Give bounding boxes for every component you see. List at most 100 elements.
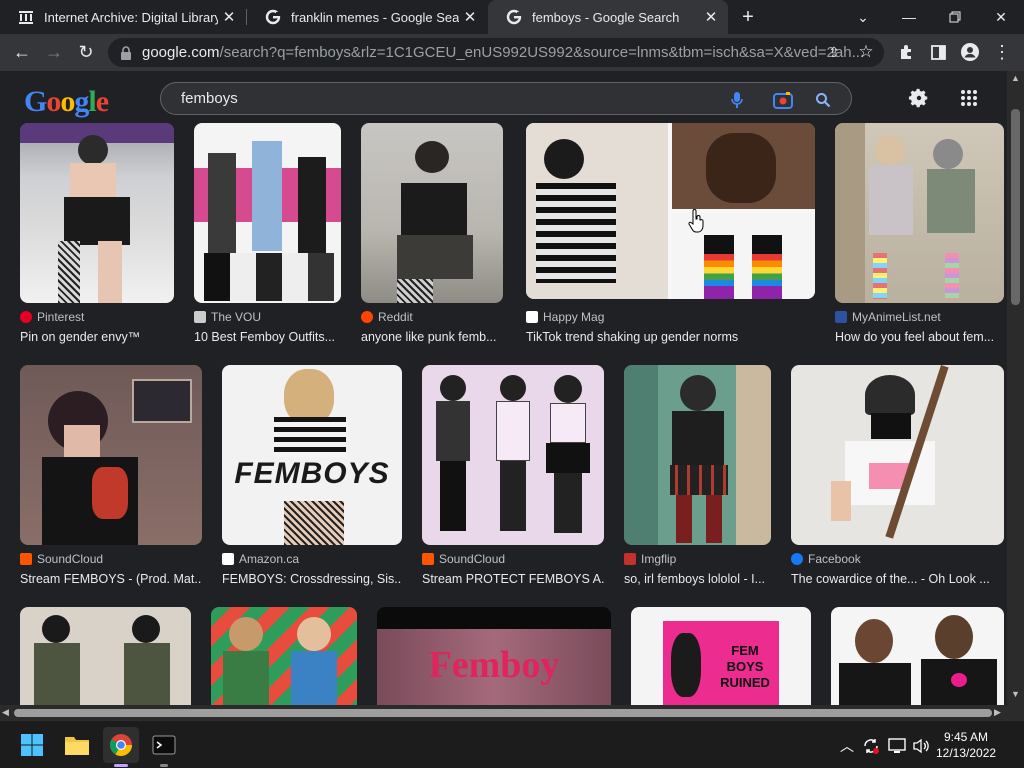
close-tab-icon[interactable]: ✕ — [218, 6, 240, 28]
image-result[interactable] — [20, 607, 191, 705]
terminal-icon[interactable] — [146, 727, 182, 763]
result-caption[interactable]: TikTok trend shaking up gender norms — [526, 330, 815, 344]
forward-arrow-icon[interactable]: → — [40, 38, 68, 66]
tray-overflow-chevron-icon[interactable]: ︿ — [836, 735, 858, 757]
result-source[interactable]: Reddit — [361, 310, 413, 324]
address-bar[interactable]: google.com/search?q=femboys&rlz=1C1GCEU_… — [108, 38, 884, 67]
image-result[interactable]: Pinterest Pin on gender envy™ — [20, 123, 174, 348]
result-source[interactable]: The VOU — [194, 310, 261, 324]
chrome-menu-icon[interactable]: ⋮ — [988, 38, 1016, 66]
result-caption[interactable]: 10 Best Femboy Outfits... — [194, 330, 341, 344]
result-source[interactable]: Pinterest — [20, 310, 84, 324]
result-thumbnail[interactable] — [791, 365, 1004, 545]
result-thumbnail[interactable] — [526, 123, 815, 299]
result-caption[interactable]: Pin on gender envy™ — [20, 330, 174, 344]
image-result[interactable]: FEMBOYS Amazon.ca FEMBOYS: Crossdressing… — [222, 365, 402, 590]
chrome-taskbar-icon[interactable] — [103, 727, 139, 763]
image-result[interactable]: The VOU 10 Best Femboy Outfits... — [194, 123, 341, 348]
image-result[interactable] — [831, 607, 1004, 705]
result-thumbnail[interactable]: FEM BOYS RUINED — [631, 607, 811, 705]
search-box[interactable] — [160, 82, 852, 115]
result-source[interactable]: Happy Mag — [526, 310, 604, 324]
result-caption[interactable]: How do you feel about fem... — [835, 330, 1004, 344]
result-thumbnail[interactable] — [835, 123, 1004, 303]
camera-lens-icon[interactable] — [771, 88, 795, 112]
result-thumbnail[interactable] — [211, 607, 357, 705]
result-source[interactable]: SoundCloud — [422, 552, 505, 566]
result-thumbnail[interactable] — [831, 607, 1004, 705]
tab-internet-archive[interactable]: Internet Archive: Digital Library o ✕ — [0, 0, 246, 34]
close-window-icon[interactable]: ✕ — [978, 0, 1024, 34]
result-thumbnail[interactable] — [20, 607, 191, 705]
image-result[interactable]: Facebook The cowardice of the... - Oh Lo… — [791, 365, 1004, 590]
google-logo[interactable]: Google — [24, 85, 109, 119]
google-icon — [506, 9, 522, 25]
search-icon[interactable] — [811, 88, 835, 112]
taskbar-clock[interactable]: 9:45 AM 12/13/2022 — [936, 729, 996, 761]
result-source[interactable]: MyAnimeList.net — [835, 310, 941, 324]
result-caption[interactable]: Stream PROTECT FEMBOYS A... — [422, 572, 604, 586]
image-result[interactable]: Imgflip so, irl femboys lololol - I... — [624, 365, 771, 590]
microphone-icon[interactable] — [725, 88, 749, 112]
search-input[interactable] — [181, 90, 701, 107]
file-explorer-icon[interactable] — [59, 727, 95, 763]
close-tab-icon[interactable]: ✕ — [700, 6, 722, 28]
vertical-scrollbar[interactable]: ▲ ▼ — [1007, 71, 1024, 705]
search-header: Google — [0, 71, 1007, 123]
image-result[interactable]: Happy Mag TikTok trend shaking up gender… — [526, 123, 815, 348]
result-source[interactable]: Facebook — [791, 552, 861, 566]
result-source[interactable]: Amazon.ca — [222, 552, 299, 566]
result-thumbnail[interactable] — [624, 365, 771, 545]
image-result[interactable]: SoundCloud Stream FEMBOYS - (Prod. Mat..… — [20, 365, 202, 590]
tab-femboys[interactable]: femboys - Google Search ✕ — [488, 0, 728, 34]
result-caption[interactable]: The cowardice of the... - Oh Look ... — [791, 572, 1004, 586]
result-thumbnail[interactable] — [194, 123, 341, 303]
result-caption[interactable]: anyone like punk femb... — [361, 330, 503, 344]
volume-speaker-icon[interactable] — [910, 735, 932, 757]
image-result[interactable] — [211, 607, 357, 705]
scroll-right-arrow-icon[interactable]: ▶ — [994, 707, 1001, 718]
sync-icon[interactable] — [860, 735, 882, 757]
minimize-icon[interactable]: — — [886, 0, 932, 34]
tab-franklin-memes[interactable]: franklin memes - Google Search ✕ — [247, 0, 487, 34]
tab-title: Internet Archive: Digital Library o — [44, 9, 218, 25]
result-caption[interactable]: Stream FEMBOYS - (Prod. Mat... — [20, 572, 202, 586]
result-thumbnail[interactable] — [20, 365, 202, 545]
scroll-down-arrow-icon[interactable]: ▼ — [1011, 689, 1020, 699]
scroll-up-arrow-icon[interactable]: ▲ — [1011, 73, 1020, 83]
vertical-scroll-thumb[interactable] — [1011, 109, 1020, 305]
result-source[interactable]: Imgflip — [624, 552, 676, 566]
result-thumbnail[interactable]: FEMBOYS — [222, 365, 402, 545]
result-thumbnail[interactable] — [422, 365, 604, 545]
extensions-icon[interactable] — [892, 38, 920, 66]
result-thumbnail[interactable]: Femboy — [377, 607, 611, 705]
reload-icon[interactable]: ↻ — [72, 38, 100, 66]
tab-search-chevron-icon[interactable]: ⌄ — [840, 0, 886, 34]
image-result[interactable]: MyAnimeList.net How do you feel about fe… — [835, 123, 1004, 348]
profile-icon[interactable] — [956, 38, 984, 66]
result-source[interactable]: SoundCloud — [20, 552, 103, 566]
network-monitor-icon[interactable] — [886, 735, 908, 757]
browser-toolbar: ← → ↻ google.com/search?q=femboys&rlz=1C… — [0, 34, 1024, 71]
image-result[interactable]: Reddit anyone like punk femb... — [361, 123, 503, 348]
bookmark-star-icon[interactable]: ☆ — [852, 38, 880, 66]
result-thumbnail[interactable] — [361, 123, 503, 303]
back-arrow-icon[interactable]: ← — [8, 38, 36, 66]
share-icon[interactable]: ⇪ — [820, 38, 848, 66]
image-result[interactable]: Femboy — [377, 607, 611, 705]
image-result[interactable]: FEM BOYS RUINED — [631, 607, 811, 705]
close-tab-icon[interactable]: ✕ — [459, 6, 481, 28]
image-result[interactable]: SoundCloud Stream PROTECT FEMBOYS A... — [422, 365, 604, 590]
horizontal-scrollbar[interactable]: ◀ ▶ — [0, 705, 1007, 720]
scroll-left-arrow-icon[interactable]: ◀ — [2, 707, 9, 718]
settings-gear-icon[interactable] — [906, 85, 932, 111]
side-panel-icon[interactable] — [924, 38, 952, 66]
horizontal-scroll-thumb[interactable] — [14, 709, 992, 717]
result-caption[interactable]: so, irl femboys lololol - I... — [624, 572, 771, 586]
restore-icon[interactable] — [932, 0, 978, 34]
result-caption[interactable]: FEMBOYS: Crossdressing, Sis... — [222, 572, 402, 586]
apps-grid-icon[interactable] — [956, 85, 982, 111]
new-tab-plus-icon[interactable]: + — [736, 6, 760, 28]
windows-start-icon[interactable] — [14, 727, 50, 763]
result-thumbnail[interactable] — [20, 123, 174, 303]
